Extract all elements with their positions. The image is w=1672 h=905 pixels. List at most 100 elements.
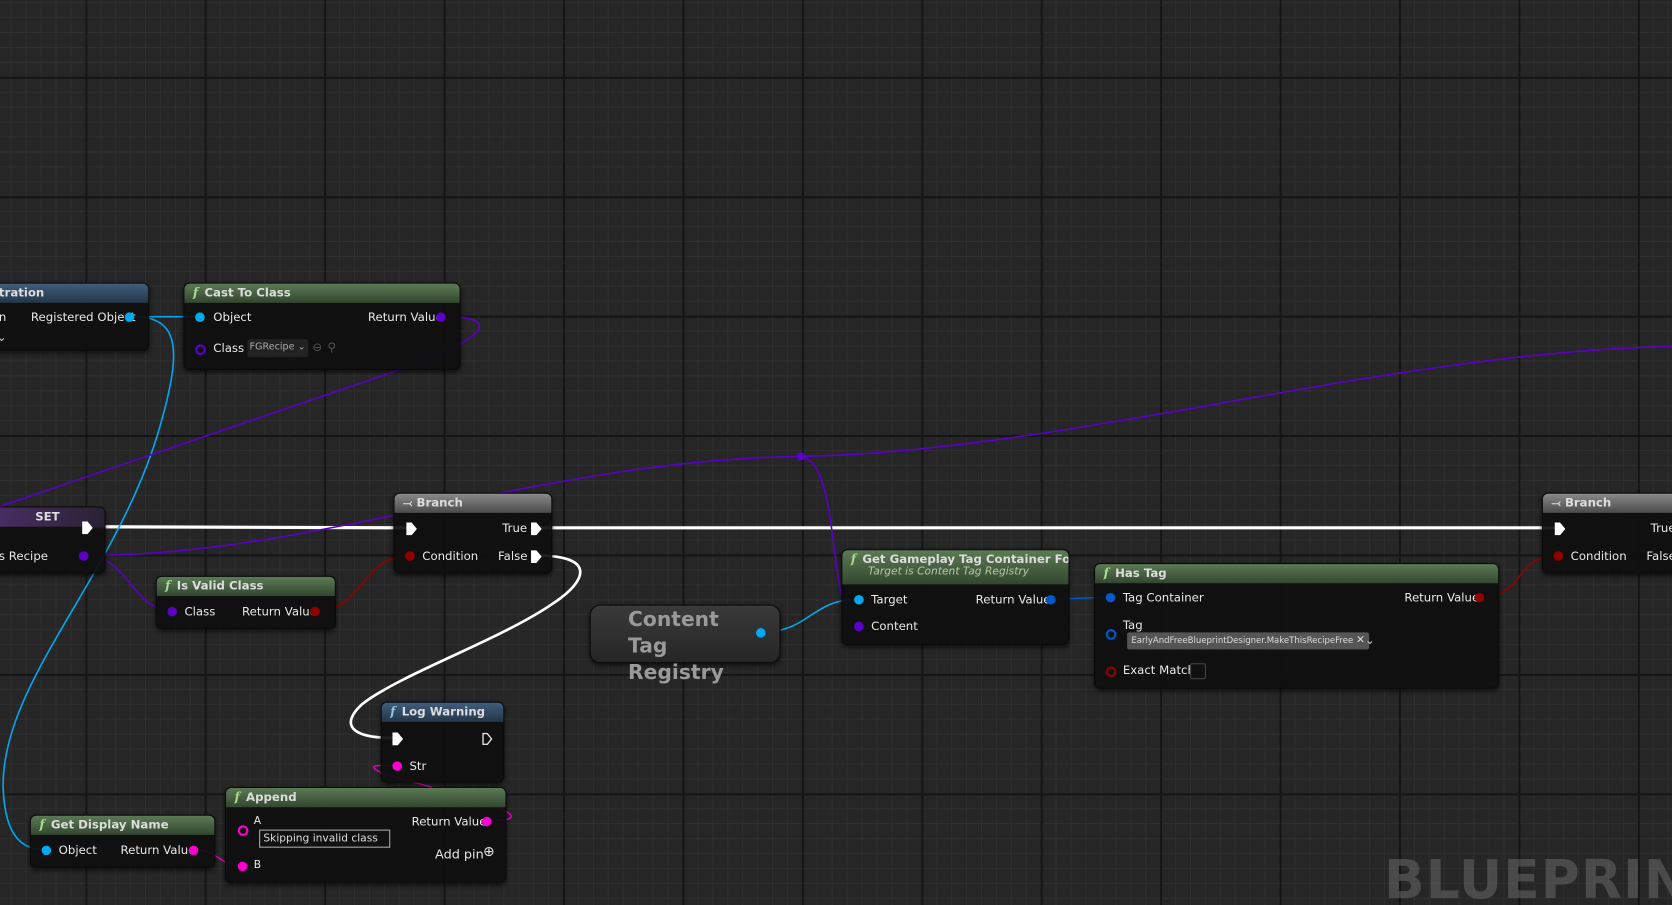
- class-value: FGRecipe: [249, 342, 295, 353]
- class-pin[interactable]: [167, 606, 178, 617]
- object-pin[interactable]: [41, 845, 52, 856]
- return-value-pin[interactable]: [481, 816, 492, 827]
- function-icon: f: [234, 790, 240, 804]
- pin-label: Return Value: [975, 592, 1051, 607]
- target-pin[interactable]: [854, 594, 864, 605]
- branch-icon: ⤙: [1551, 495, 1565, 510]
- recipe-pin[interactable]: [78, 551, 89, 561]
- node-title: Cast To Class: [204, 285, 291, 300]
- add-pin-button[interactable]: Add pin: [435, 847, 484, 862]
- pin-label: Content: [871, 619, 918, 634]
- pin-label: Return Value: [1404, 590, 1480, 605]
- pin-label: Return Value: [367, 310, 443, 325]
- pin-label: Return Value: [411, 814, 487, 829]
- function-icon: f: [165, 579, 171, 593]
- branch-node[interactable]: ⤙ Branch True Condition False: [393, 492, 553, 574]
- class-dropdown[interactable]: FGRecipe ⌄: [247, 339, 309, 358]
- pin-label: Condition: [1570, 549, 1627, 564]
- exact-match-pin[interactable]: [1105, 666, 1117, 678]
- node-title: Get Gameplay Tag Container For: [862, 552, 1069, 567]
- use-selected-icon[interactable]: ⊖: [312, 340, 322, 354]
- pin-label: Tag Container: [1122, 590, 1204, 605]
- pin-label: n: [0, 310, 6, 324]
- return-value-pin[interactable]: [188, 845, 199, 856]
- node-title: Has Tag: [1115, 566, 1167, 581]
- blueprint-watermark: BLUEPRINT: [1384, 848, 1672, 905]
- return-value-pin[interactable]: [1046, 594, 1056, 605]
- node-title: Log Warning: [401, 704, 486, 719]
- return-value-pin[interactable]: [436, 312, 446, 323]
- node-title: Content Tag Registry: [628, 607, 724, 685]
- function-icon: f: [390, 704, 396, 719]
- pin-label: True: [1650, 521, 1672, 536]
- object-pin[interactable]: [195, 312, 205, 323]
- pin-label: Exact Match: [1122, 663, 1195, 678]
- pin-label: False: [1646, 549, 1672, 564]
- node-title: Branch: [1564, 495, 1612, 510]
- chevron-down-icon[interactable]: ⌄: [1365, 633, 1375, 647]
- content-pin[interactable]: [854, 621, 864, 632]
- clear-tag-icon[interactable]: ✕: [1356, 634, 1365, 646]
- node-title: Append: [246, 790, 297, 804]
- condition-pin[interactable]: [1553, 551, 1564, 561]
- node-title: Is Valid Class: [176, 579, 264, 593]
- pin-label: s Recipe: [0, 549, 48, 564]
- function-icon: f: [193, 285, 199, 300]
- a-value-input[interactable]: [259, 829, 391, 848]
- cast-to-class-node[interactable]: f Cast To Class Object Return Value Class…: [183, 282, 461, 371]
- pin-label: B: [253, 859, 262, 872]
- pin-label: Tag: [1122, 618, 1143, 633]
- class-wire: [85, 345, 1672, 557]
- class-pin[interactable]: [195, 344, 206, 356]
- reroute-knot: [796, 452, 806, 461]
- pin-label: Class: [213, 341, 245, 356]
- node-subtitle: Target is Content Tag Registry: [867, 566, 1030, 578]
- tag-container-pin[interactable]: [1105, 592, 1116, 603]
- search-icon[interactable]: ⚲: [327, 340, 336, 354]
- tag-pin[interactable]: [1105, 629, 1117, 640]
- function-icon: f: [850, 552, 856, 567]
- pin-label: Return Value: [242, 604, 317, 619]
- pin-label: Str: [409, 759, 427, 774]
- b-pin[interactable]: [237, 861, 248, 872]
- registry-output-pin[interactable]: [756, 628, 766, 638]
- has-tag-node[interactable]: f Has Tag Tag Container Return Value Tag …: [1094, 563, 1500, 689]
- return-value-pin[interactable]: [310, 606, 320, 617]
- append-node[interactable]: f Append A Return Value Add pin ⊕ B: [224, 786, 507, 883]
- exec-wire: [87, 525, 410, 530]
- set-node[interactable]: SET s Recipe: [0, 506, 106, 574]
- function-icon: f: [39, 817, 45, 832]
- branch-icon: ⤙: [403, 495, 417, 510]
- registration-node[interactable]: tration n Registered Object ⌄: [0, 282, 150, 351]
- pin-label: False: [497, 549, 528, 564]
- blueprint-graph-canvas[interactable]: tration n Registered Object ⌄ f Cast To C…: [0, 0, 1672, 905]
- tag-value-chip[interactable]: EarlyAndFreeBlueprintDesigner.MakeThisRe…: [1127, 632, 1370, 650]
- content-tag-registry-node[interactable]: Content Tag Registry: [589, 604, 781, 685]
- get-display-name-node[interactable]: f Get Display Name Object Return Value: [29, 814, 216, 868]
- a-pin[interactable]: [237, 825, 249, 836]
- exact-match-checkbox[interactable]: [1189, 663, 1206, 680]
- object-wire: [2, 315, 175, 851]
- function-icon: f: [1103, 566, 1109, 581]
- pin-label: True: [502, 521, 528, 536]
- chevron-down-icon[interactable]: ⌄: [0, 331, 7, 345]
- node-title: tration: [0, 283, 149, 303]
- pin-label: Target: [871, 592, 908, 607]
- pin-label: Condition: [422, 549, 479, 564]
- node-title: Get Display Name: [50, 817, 169, 832]
- registered-object-pin[interactable]: [124, 312, 135, 323]
- pin-label: Registered Object: [30, 310, 136, 325]
- get-gameplay-tag-container-node[interactable]: f Get Gameplay Tag Container For Target i…: [841, 549, 1070, 646]
- return-value-pin[interactable]: [1474, 592, 1485, 603]
- branch-node[interactable]: ⤙ Branch True Condition False: [1541, 492, 1672, 574]
- add-circle-icon[interactable]: ⊕: [483, 845, 495, 861]
- pin-label: Object: [213, 310, 252, 325]
- pin-label: A: [253, 815, 262, 828]
- is-valid-class-node[interactable]: f Is Valid Class Class Return Value: [155, 575, 336, 630]
- str-pin[interactable]: [392, 761, 402, 771]
- wires: [0, 315, 1672, 867]
- condition-pin[interactable]: [405, 551, 415, 561]
- pin-label: Return Value: [120, 843, 196, 858]
- log-warning-node[interactable]: f Log Warning Str: [380, 701, 505, 783]
- tag-value: EarlyAndFreeBlueprintDesigner.MakeThisRe…: [1131, 635, 1354, 646]
